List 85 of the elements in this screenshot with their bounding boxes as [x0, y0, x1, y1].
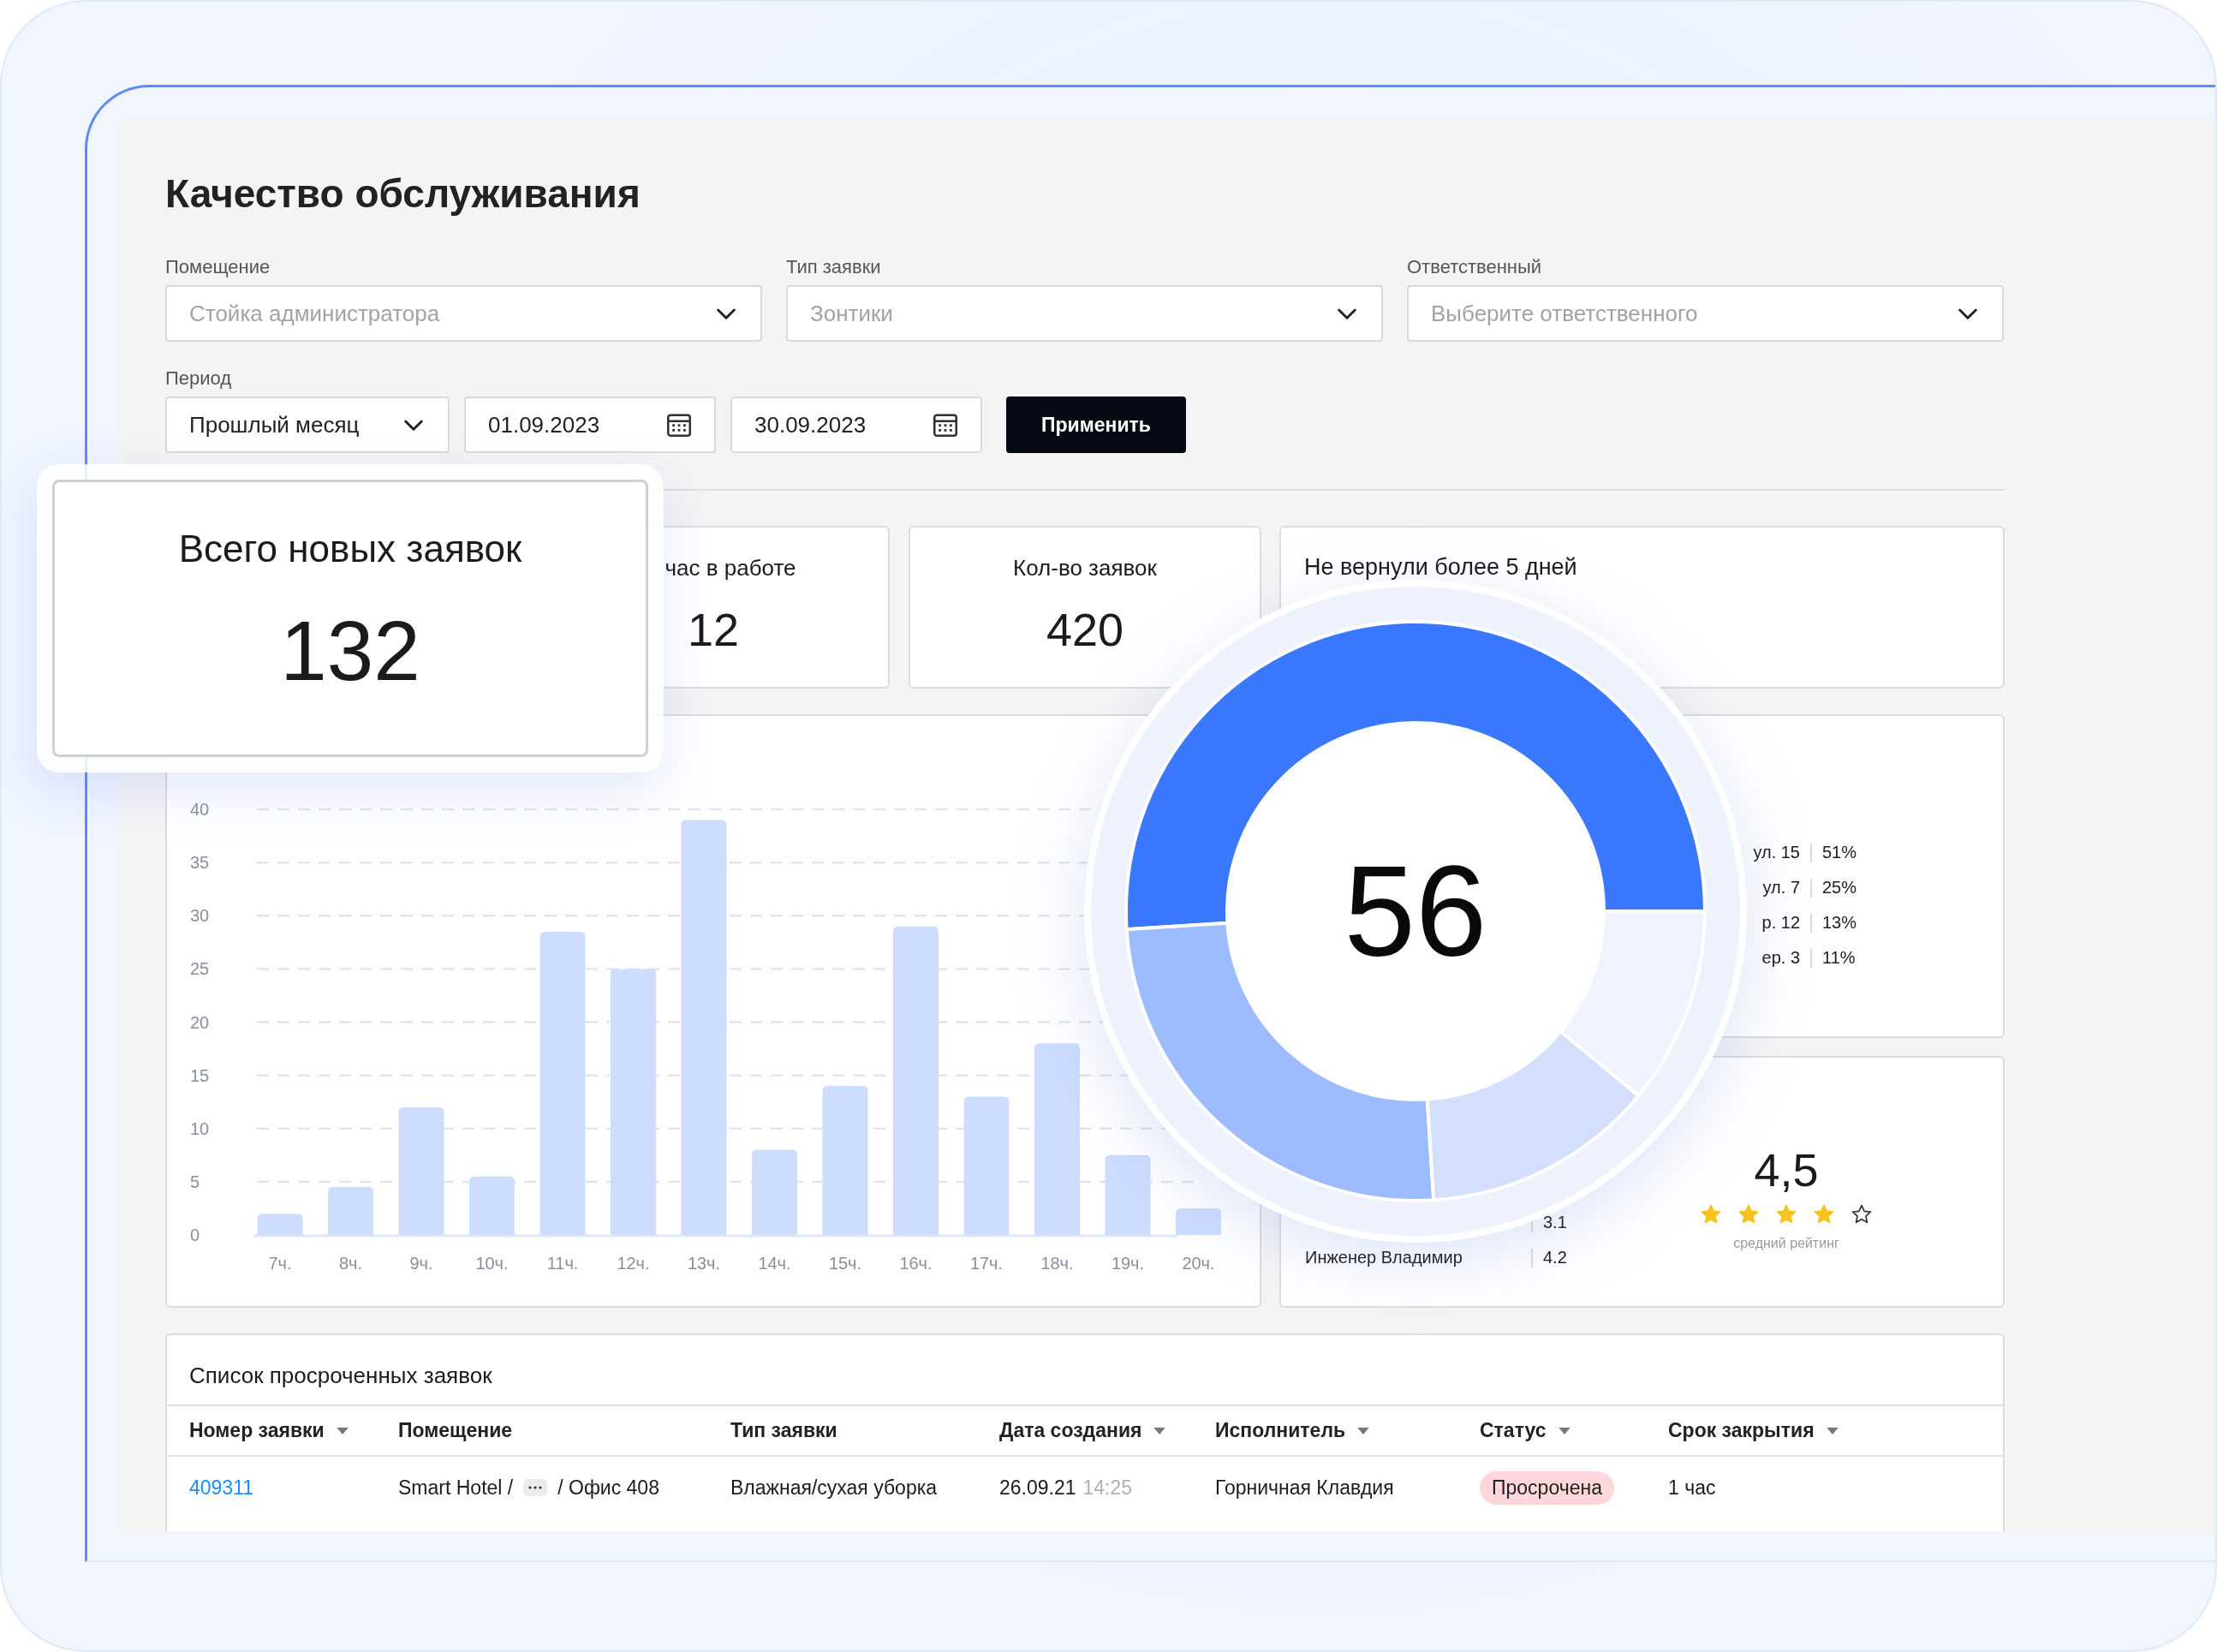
sort-caret-icon[interactable]	[1357, 1427, 1370, 1434]
bar	[469, 1176, 515, 1235]
donut-value: 56	[1344, 839, 1487, 983]
legend-label: ул. 15	[1753, 843, 1800, 862]
legend-value: 51%	[1822, 843, 1857, 862]
table-cell: Smart Hotel /	[398, 1476, 514, 1500]
stat-value: 132	[280, 604, 420, 698]
bar	[257, 1214, 303, 1235]
page-title: Качество обслуживания	[165, 170, 641, 218]
column-header[interactable]: Номер заявки	[189, 1419, 349, 1442]
star-icon	[1813, 1203, 1835, 1226]
field-label: Помещение	[165, 255, 271, 279]
status-badge: Просрочена	[1480, 1470, 1614, 1505]
axis-label: 17ч.	[969, 1254, 1004, 1273]
stat-title: Всего новых заявок	[178, 527, 522, 571]
axis-label: 19ч.	[1111, 1254, 1145, 1273]
axis-label: 35	[190, 853, 210, 873]
axis-label: 14ч.	[758, 1254, 791, 1273]
column-header[interactable]: Помещение	[398, 1419, 513, 1442]
table-cell: Влажная/сухая уборка	[730, 1476, 938, 1500]
table-title: Список просроченных заявок	[189, 1362, 492, 1390]
field-label: Ответственный	[1407, 255, 1542, 279]
star-icon	[1850, 1203, 1873, 1226]
sort-caret-icon[interactable]	[1826, 1427, 1839, 1434]
axis-label: 30	[190, 906, 210, 926]
axis-label: 18ч.	[1040, 1254, 1074, 1273]
axis-label: 15ч.	[828, 1254, 862, 1273]
column-header[interactable]: Исполнитель	[1215, 1419, 1370, 1442]
column-header[interactable]: Срок закрытия	[1668, 1419, 1839, 1442]
legend-value: 25%	[1822, 878, 1857, 898]
field-label: Тип заявки	[786, 255, 881, 279]
apply-button[interactable]: Применить	[1006, 397, 1186, 453]
table-cell: / Офис 408	[557, 1476, 659, 1500]
axis-label: 20	[190, 1012, 210, 1032]
bar	[1176, 1208, 1221, 1235]
axis-label: 8ч.	[338, 1254, 363, 1273]
axis-label: 0	[190, 1226, 200, 1244]
rating-caption: средний рейтинг	[1733, 1236, 1839, 1251]
sort-caret-icon[interactable]	[1558, 1427, 1570, 1434]
axis-label: 9ч.	[409, 1254, 433, 1273]
legend-label: ер. 3	[1761, 948, 1800, 967]
dots-icon	[528, 1486, 543, 1489]
stat-title: Не вернули более 5 дней	[1304, 553, 1577, 581]
star-icon	[1737, 1203, 1760, 1226]
table-cell: 1 час	[1668, 1476, 1716, 1500]
date-field[interactable]: 01.09.2023	[464, 397, 716, 453]
axis-label: 25	[190, 959, 210, 979]
axis-label: 12ч.	[617, 1254, 650, 1273]
stat-title: Кол-во заявок	[1013, 554, 1157, 582]
rating-value: 3.1	[1543, 1213, 1567, 1232]
star-icon	[1700, 1203, 1722, 1226]
legend-value: 13%	[1822, 913, 1857, 933]
sort-caret-icon[interactable]	[336, 1427, 349, 1434]
more-button[interactable]	[523, 1479, 548, 1496]
axis-label: 20ч.	[1182, 1254, 1215, 1273]
sort-caret-icon[interactable]	[1153, 1427, 1166, 1434]
field-label: Период	[165, 367, 232, 391]
dropdown-field[interactable]: Прошлый месяц	[165, 397, 450, 453]
table-cell: Горничная Клавдия	[1215, 1476, 1394, 1500]
axis-label: 13ч.	[687, 1254, 721, 1273]
legend-label: р. 12	[1761, 913, 1800, 932]
axis-label: 10ч.	[475, 1254, 509, 1273]
legend-value: 11%	[1822, 948, 1856, 968]
axis-label: 10	[190, 1118, 210, 1138]
rating-score: 4,5	[1754, 1143, 1819, 1196]
time-text: 14:25	[1082, 1476, 1133, 1500]
stat-value: 420	[1046, 603, 1124, 657]
staff-name: Инженер Владимир	[1305, 1248, 1463, 1267]
axis-label: 7ч.	[268, 1254, 292, 1273]
table-cell: 26.09.21	[999, 1476, 1076, 1500]
bar	[328, 1187, 373, 1235]
stat-title: час в работе	[665, 554, 796, 582]
star-icon	[1775, 1203, 1797, 1226]
rating-value: 4.2	[1543, 1248, 1567, 1267]
column-header[interactable]: Статус	[1480, 1419, 1570, 1442]
axis-label: 40	[190, 800, 210, 819]
column-header[interactable]: Тип заявки	[730, 1419, 837, 1442]
axis-label: 15	[190, 1065, 210, 1085]
legend-label: ул. 7	[1762, 878, 1800, 897]
column-header[interactable]: Дата создания	[999, 1419, 1166, 1442]
date-field[interactable]: 30.09.2023	[730, 397, 982, 453]
axis-label: 16ч.	[899, 1254, 933, 1273]
axis-label: 11ч.	[546, 1254, 579, 1273]
stat-value: 12	[687, 603, 740, 657]
axis-label: 5	[190, 1172, 200, 1191]
